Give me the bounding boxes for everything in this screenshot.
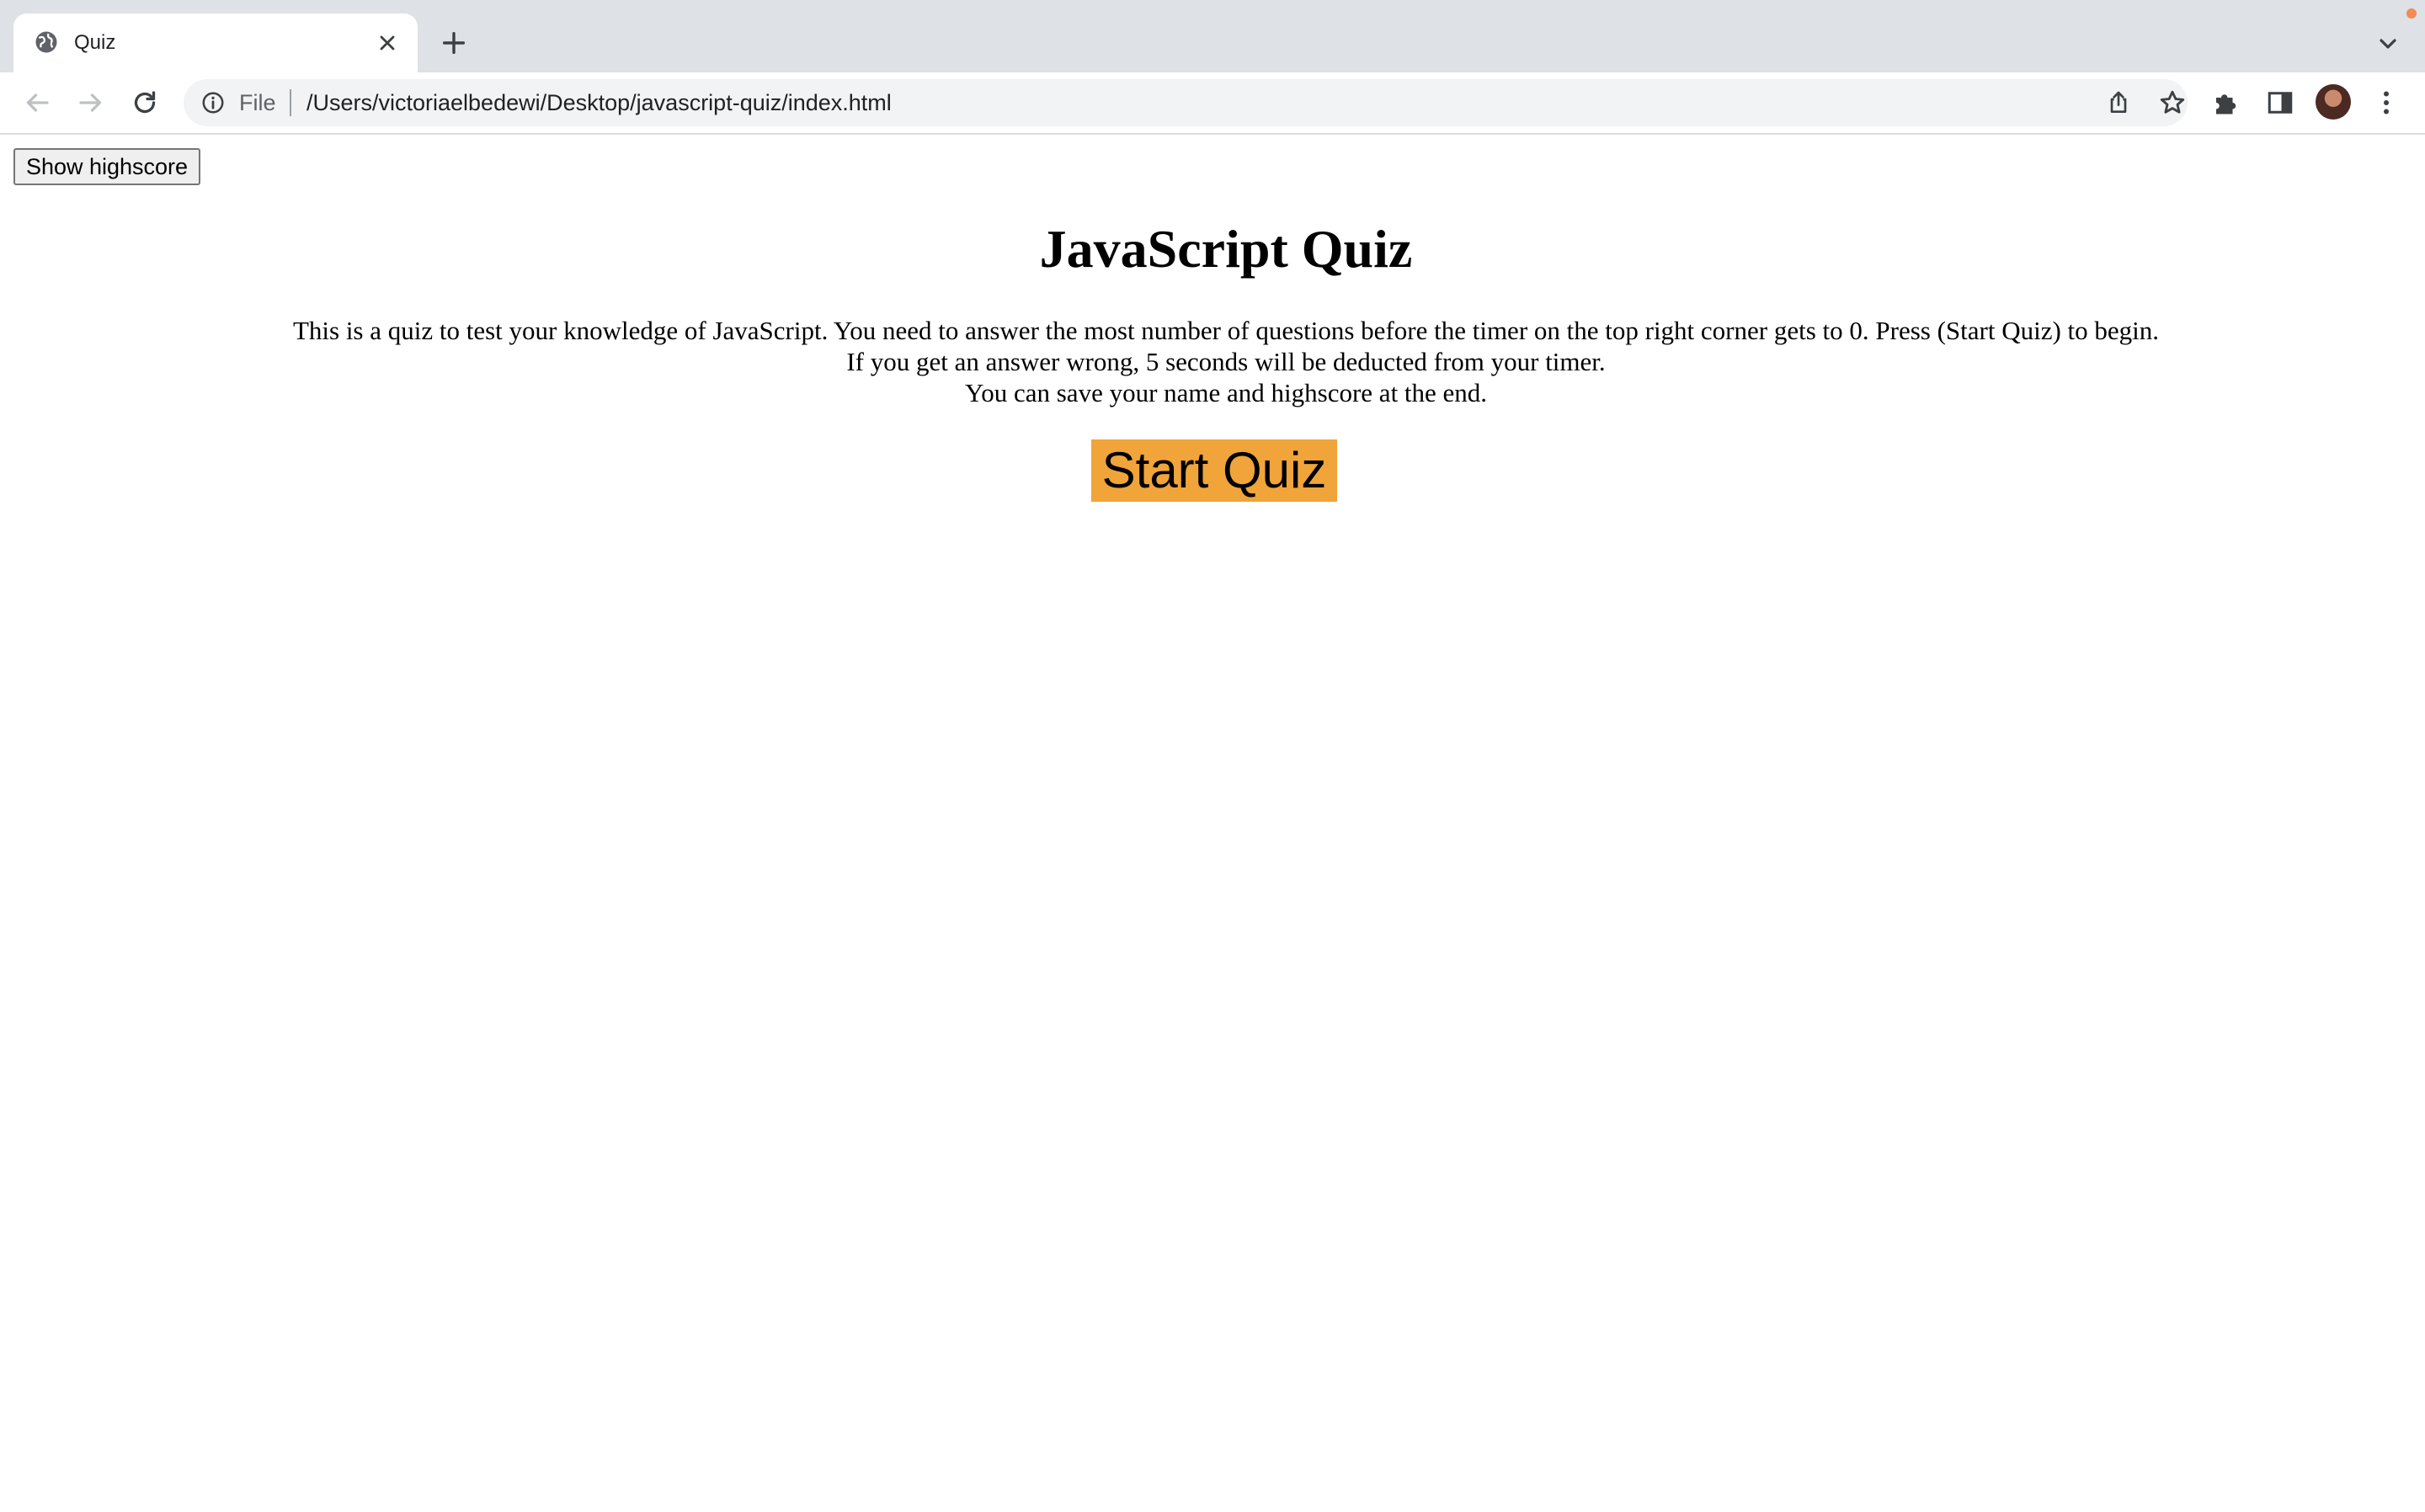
- url-text[interactable]: /Users/victoriaelbedewi/Desktop/javascri…: [306, 79, 892, 126]
- info-icon[interactable]: [200, 90, 226, 115]
- address-separator: [290, 89, 291, 116]
- page-title: JavaScript Quiz: [1039, 219, 1413, 279]
- close-icon[interactable]: [376, 31, 399, 55]
- puzzle-icon[interactable]: [2211, 88, 2241, 118]
- arrow-left-icon[interactable]: [22, 88, 52, 118]
- url-scheme-label: File: [239, 90, 276, 115]
- plus-icon[interactable]: [440, 29, 468, 57]
- instruction-line: You can save your name and highscore at …: [964, 378, 1488, 407]
- side-panel-icon[interactable]: [2265, 88, 2295, 118]
- star-icon[interactable]: [2157, 88, 2188, 118]
- notification-dot: [2406, 8, 2417, 19]
- arrow-right-icon[interactable]: [76, 88, 106, 118]
- globe-icon: [35, 31, 57, 53]
- chevron-down-icon[interactable]: [2374, 30, 2401, 57]
- reload-icon[interactable]: [130, 88, 160, 118]
- share-icon[interactable]: [2105, 89, 2132, 116]
- browser-toolbar: File /Users/victoriaelbedewi/Desktop/jav…: [0, 72, 2425, 135]
- tab-title: Quiz: [74, 31, 116, 54]
- browser-tab[interactable]: Quiz: [13, 13, 418, 72]
- show-highscore-button[interactable]: Show highscore: [13, 148, 200, 185]
- instruction-line: If you get an answer wrong, 5 seconds wi…: [846, 347, 1606, 376]
- quiz-instructions: This is a quiz to test your knowledge of…: [0, 315, 2425, 408]
- kebab-menu-icon[interactable]: [2371, 88, 2401, 118]
- address-bar[interactable]: File /Users/victoriaelbedewi/Desktop/jav…: [184, 79, 2188, 126]
- tab-strip: Quiz: [0, 0, 2425, 72]
- start-quiz-button[interactable]: Start Quiz: [1091, 439, 1337, 502]
- page-content: Show highscore JavaScript Quiz This is a…: [0, 135, 2425, 1512]
- instruction-line: This is a quiz to test your knowledge of…: [292, 316, 2160, 345]
- profile-avatar[interactable]: [2316, 84, 2351, 120]
